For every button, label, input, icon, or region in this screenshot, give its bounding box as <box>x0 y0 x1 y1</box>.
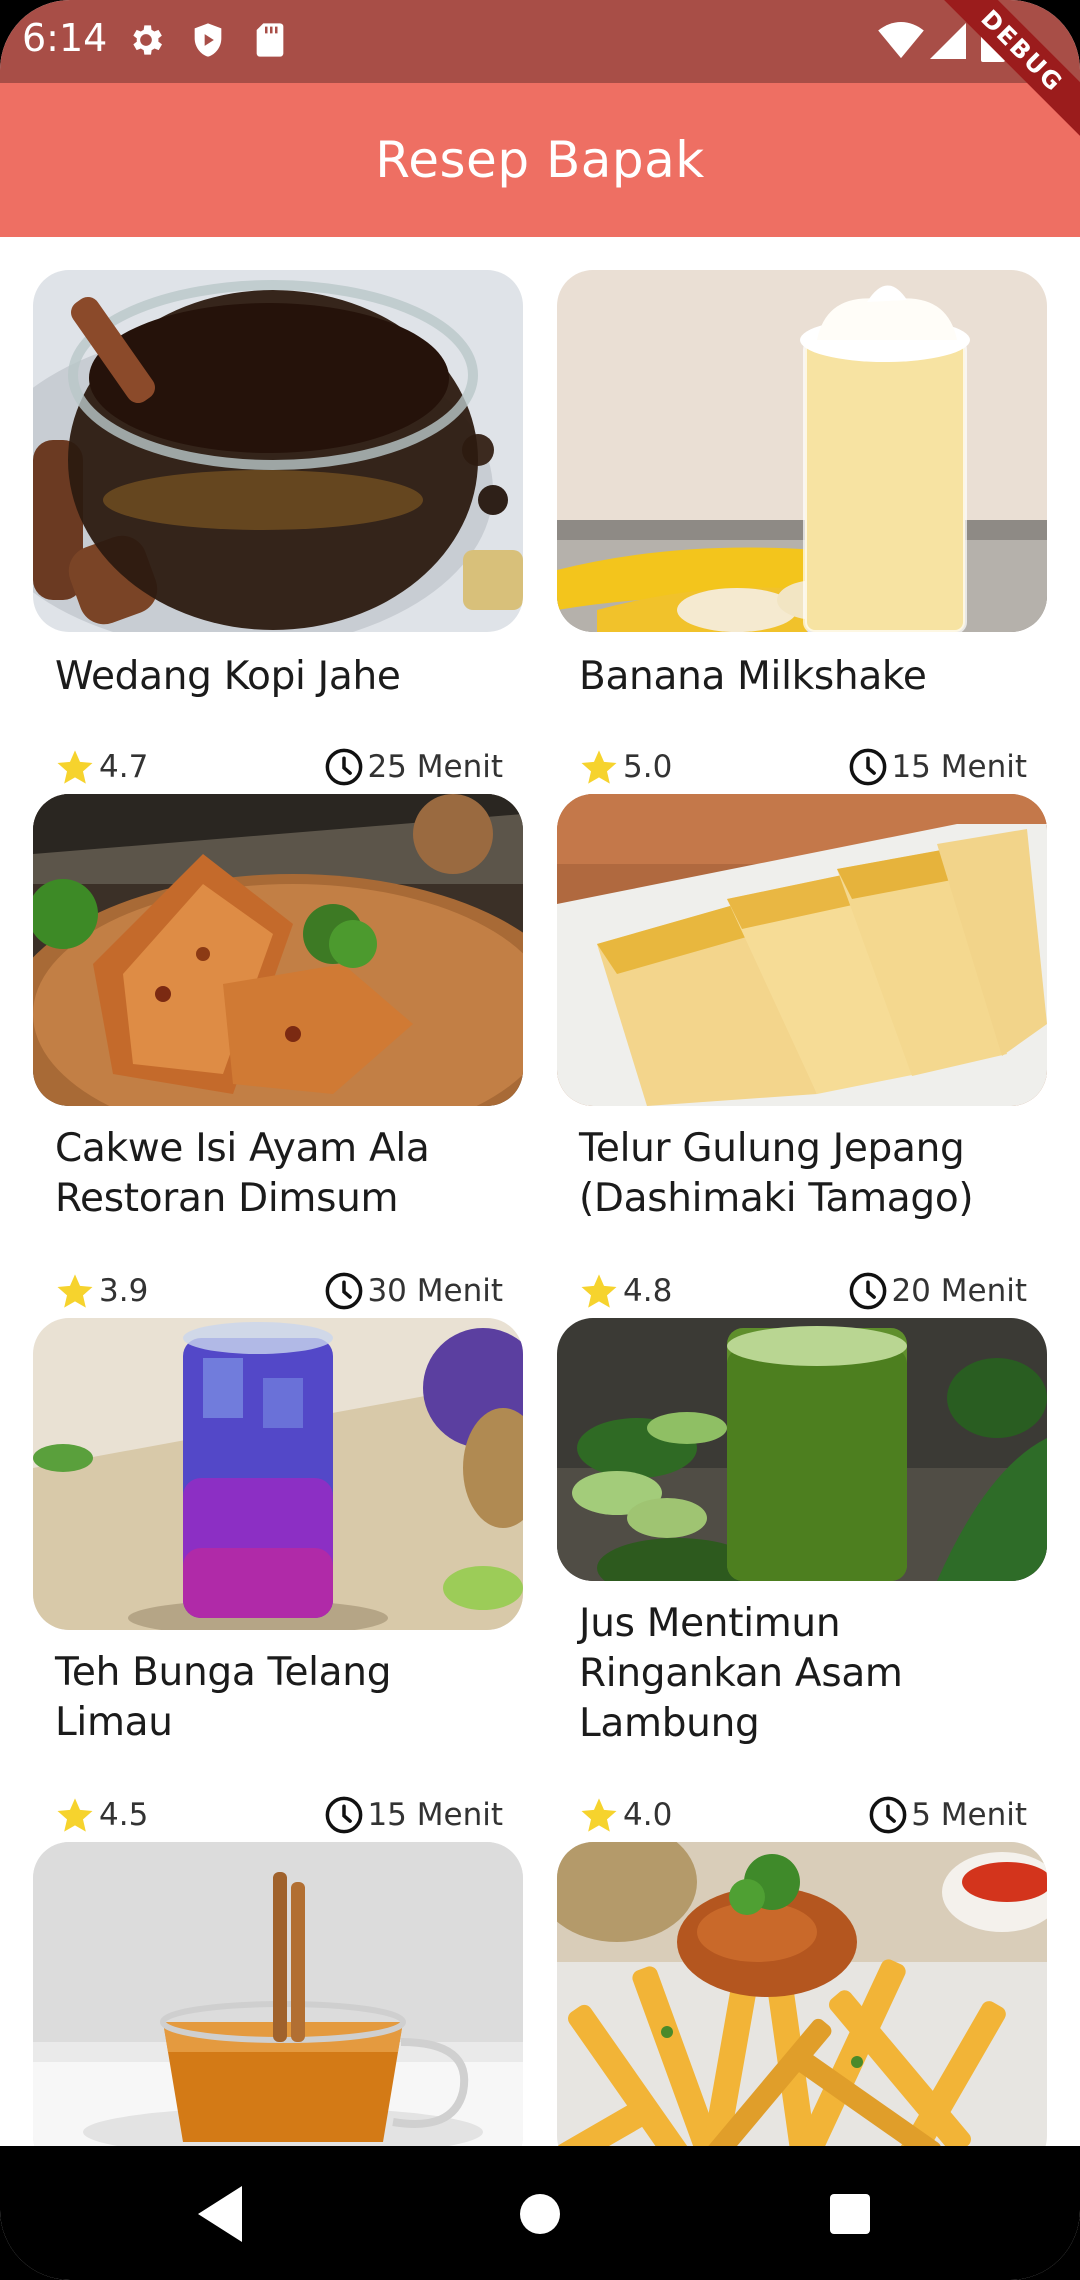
star-icon <box>581 1274 617 1308</box>
recipe-rating: 3.9 <box>55 1268 148 1314</box>
recipe-card[interactable] <box>557 1842 1047 2146</box>
recipe-title: Teh Bunga Telang Limau <box>55 1650 392 1745</box>
recipe-card[interactable]: Teh Bunga Telang Limau 4.5 15 Menit <box>33 1318 523 1834</box>
recipe-rating: 5.0 <box>579 744 672 790</box>
rating-value: 4.5 <box>99 1797 149 1833</box>
duration-value: 5 Menit <box>911 1797 1027 1833</box>
star-icon <box>581 750 617 784</box>
recipe-image-banana-milkshake <box>557 270 1047 632</box>
recipe-card[interactable]: Jus Mentimun Ringankan Asam Lambung 4.0 … <box>557 1318 1047 1834</box>
gear-icon <box>133 25 162 55</box>
clock-icon <box>850 748 887 786</box>
recipe-card[interactable]: Wedang Kopi Jahe 4.7 25 Menit <box>33 270 523 786</box>
recipe-title: Jus Mentimun Ringankan Asam Lambung <box>579 1601 903 1746</box>
status-time: 6:14 <box>22 16 108 60</box>
recipe-title: Cakwe Isi Ayam Ala Restoran Dimsum <box>55 1126 430 1221</box>
recipe-title: Banana Milkshake <box>579 654 927 699</box>
rating-value: 3.9 <box>99 1273 149 1309</box>
recipe-duration: 15 Menit <box>847 744 1027 790</box>
recipe-grid[interactable]: Wedang Kopi Jahe 4.7 25 Menit Banana Mil… <box>0 237 1080 2146</box>
recipe-rating: 4.8 <box>579 1268 672 1314</box>
recipe-meta: 4.8 20 Menit <box>579 1268 1049 1314</box>
duration-value: 20 Menit <box>891 1273 1027 1309</box>
recipe-duration: 20 Menit <box>847 1268 1027 1314</box>
duration-value: 15 Menit <box>367 1797 503 1833</box>
sd-card-icon <box>256 23 284 57</box>
navigation-bar <box>0 2146 1080 2280</box>
app-bar: Resep Bapak <box>0 83 1080 237</box>
recents-icon[interactable] <box>810 2174 890 2254</box>
recipe-meta: 4.0 5 Menit <box>579 1792 1049 1838</box>
app-title: Resep Bapak <box>375 131 705 189</box>
duration-value: 30 Menit <box>367 1273 503 1309</box>
recipe-title: Telur Gulung Jepang (Dashimaki Tamago) <box>579 1126 974 1221</box>
recipe-card[interactable]: Telur Gulung Jepang (Dashimaki Tamago) 4… <box>557 794 1047 1310</box>
recipe-rating: 4.0 <box>579 1792 672 1838</box>
rating-value: 4.7 <box>99 749 149 785</box>
clock-icon <box>326 1272 363 1310</box>
clock-icon <box>869 1796 907 1834</box>
recipe-title: Wedang Kopi Jahe <box>55 654 401 699</box>
recipe-image-cakwe <box>33 794 523 1106</box>
clock-icon <box>850 1272 887 1310</box>
rating-value: 5.0 <box>623 749 673 785</box>
recipe-card[interactable]: Banana Milkshake 5.0 15 Menit <box>557 270 1047 786</box>
shield-icon <box>194 23 222 57</box>
recipe-image-ginger-coffee <box>33 270 523 632</box>
star-icon <box>57 1274 93 1308</box>
recipe-rating: 4.7 <box>55 744 148 790</box>
recipe-image-cucumber-juice <box>557 1318 1047 1581</box>
recipe-meta: 4.7 25 Menit <box>55 744 525 790</box>
recipe-image-cinnamon-tea <box>33 1842 523 2146</box>
recipe-duration: 25 Menit <box>323 744 503 790</box>
duration-value: 15 Menit <box>891 749 1027 785</box>
star-icon <box>581 1798 617 1832</box>
home-icon[interactable] <box>500 2174 580 2254</box>
star-icon <box>57 1798 93 1832</box>
recipe-rating: 4.5 <box>55 1792 148 1838</box>
duration-value: 25 Menit <box>367 749 503 785</box>
clock-icon <box>326 1796 363 1834</box>
recipe-image-tamago <box>557 794 1047 1106</box>
wifi-icon <box>878 22 924 59</box>
recipe-card[interactable]: Cakwe Isi Ayam Ala Restoran Dimsum 3.9 3… <box>33 794 523 1310</box>
rating-value: 4.0 <box>623 1797 673 1833</box>
clock-icon <box>326 748 363 786</box>
recipe-duration: 5 Menit <box>867 1792 1027 1838</box>
status-bar: 6:14 <box>0 0 1080 83</box>
recipe-duration: 15 Menit <box>323 1792 503 1838</box>
back-icon[interactable] <box>186 2174 266 2254</box>
recipe-duration: 30 Menit <box>323 1268 503 1314</box>
recipe-meta: 4.5 15 Menit <box>55 1792 525 1838</box>
recipe-image-french-fries <box>557 1842 1047 2146</box>
recipe-image-butterfly-pea-tea <box>33 1318 523 1630</box>
recipe-meta: 5.0 15 Menit <box>579 744 1049 790</box>
phone-screen: 6:14 DEBUG Resep Bapak Wedang Kopi Jahe … <box>0 0 1080 2280</box>
recipe-meta: 3.9 30 Menit <box>55 1268 525 1314</box>
rating-value: 4.8 <box>623 1273 673 1309</box>
recipe-card[interactable] <box>33 1842 523 2146</box>
signal-icon <box>930 23 966 59</box>
star-icon <box>57 750 93 784</box>
